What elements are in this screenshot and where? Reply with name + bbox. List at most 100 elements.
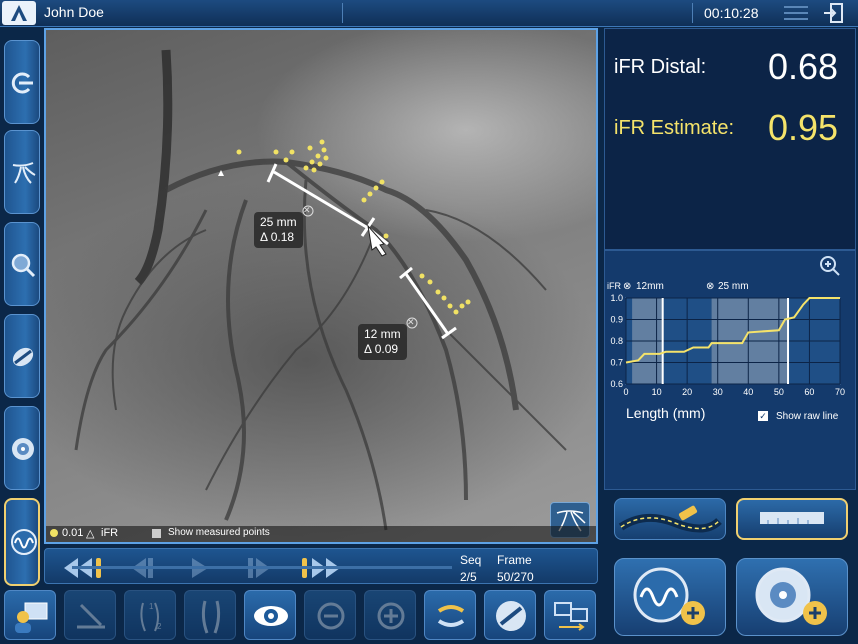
close-icon[interactable]: ⊗ (706, 281, 714, 292)
frame-label: Frame (497, 553, 532, 567)
zoom-out-icon (317, 602, 345, 630)
x-tick-label: 20 (682, 387, 692, 397)
legend-value: 0.01 (62, 527, 84, 539)
close-icon[interactable]: ✕ (303, 205, 311, 216)
show-raw-line-checkbox[interactable]: ✓ (758, 411, 768, 421)
display-switch-icon (554, 602, 588, 631)
show-measured-points-checkbox[interactable] (152, 529, 161, 538)
procedure-timer: 00:10:28 (704, 5, 759, 21)
y-tick-label: 0.8 (610, 336, 623, 346)
add-ivus-button[interactable] (736, 558, 848, 636)
vessel-button[interactable] (184, 590, 236, 640)
ifr-distal-value: 0.68 (768, 46, 839, 87)
display-switch-button[interactable] (544, 590, 596, 640)
vessel-icon (201, 600, 221, 634)
vessel-tree-button[interactable] (4, 130, 40, 214)
svg-text:2: 2 (157, 622, 162, 631)
close-icon[interactable]: ✕ (407, 317, 415, 328)
x-axis-label: Length (mm) (626, 405, 706, 421)
ruler-button[interactable] (64, 590, 116, 640)
x-tick-label: 60 (804, 387, 814, 397)
x-tick-label: 30 (713, 387, 723, 397)
ifr-axis-label: iFR (607, 281, 621, 291)
vessel-overlay (74, 49, 567, 531)
fast-forward-button[interactable] (300, 556, 344, 585)
ivus-button[interactable] (4, 406, 40, 490)
length-ruler-icon (760, 512, 824, 524)
ifr-wave-icon (11, 529, 37, 555)
eye-button[interactable] (244, 590, 296, 640)
y-tick-label: 0.6 (610, 379, 623, 389)
rewind-button[interactable] (60, 556, 104, 585)
legend-bar: 0.01 △ iFR Show measured points (46, 526, 596, 542)
ifr-distal-label: iFR Distal: (614, 56, 707, 78)
y-tick-label: 0.9 (610, 315, 623, 325)
pullback-view-button[interactable] (484, 590, 536, 640)
frame-value: 50/270 (497, 570, 534, 584)
user-workstation-button[interactable] (4, 590, 56, 640)
swap-icon (437, 605, 465, 627)
swap-button[interactable] (424, 590, 476, 640)
legend-label: iFR (101, 527, 119, 539)
co-registration-icon (11, 72, 33, 94)
seq-label: Seq (460, 553, 482, 567)
close-icon[interactable]: ⊗ (623, 281, 631, 292)
x-tick-label: 50 (774, 387, 784, 397)
pullback-icon (496, 601, 526, 631)
x-tick-label: 10 (652, 387, 662, 397)
measurement-length: 12 mm (364, 327, 401, 341)
ifr-estimate-value: 0.95 (768, 107, 839, 148)
measurement-delta: Δ 0.09 (364, 342, 399, 356)
measurement-delta: Δ 0.18 (260, 230, 295, 244)
pullback-button[interactable] (4, 314, 40, 398)
menu-icon[interactable] (784, 5, 808, 26)
measurement-label-2[interactable]: 12 mm Δ 0.09 (358, 324, 407, 360)
step-back-button[interactable] (128, 556, 156, 585)
x-tick-label: 0 (623, 387, 628, 397)
add-ifr-button[interactable] (614, 558, 726, 636)
play-button[interactable] (188, 556, 212, 585)
add-ifr-icon (633, 567, 705, 625)
zoom-icon[interactable] (818, 254, 842, 283)
zoom-in-button[interactable] (364, 590, 416, 640)
user-workstation-icon (15, 602, 48, 633)
step-forward-button[interactable] (246, 556, 274, 585)
divider (342, 3, 343, 23)
measurement-length: 25 mm (260, 215, 297, 229)
ivus-icon (12, 438, 34, 460)
y-tick-label: 1.0 (610, 293, 623, 303)
delta-icon: △ (86, 528, 95, 540)
zoom-out-button[interactable] (304, 590, 356, 640)
ifr-plot[interactable]: 1.0 0.9 0.8 0.7 0.60 10 20 30 40 50 60 70 (604, 292, 856, 412)
frame-scrubber[interactable] (72, 566, 452, 569)
lens-button[interactable] (4, 222, 40, 306)
y-tick-label: 0.7 (610, 358, 623, 368)
show-measured-points-label: Show measured points (168, 527, 270, 538)
measurement-label-1[interactable]: 25 mm Δ 0.18 (254, 212, 303, 248)
angiogram-view[interactable]: 25 mm Δ 0.18 ✕ 12 mm Δ 0.09 ✕ 0.01 △ iFR… (44, 28, 598, 544)
length-ruler-button[interactable] (736, 498, 848, 540)
segment-1-label: 12mm (636, 281, 664, 292)
pullback-trace-icon (618, 505, 722, 533)
segments-icon: 12 (140, 602, 162, 632)
zoom-lens-icon (11, 253, 36, 278)
pullback-trace-button[interactable] (614, 498, 726, 540)
ifr-dot-icon (50, 529, 58, 537)
seq-value: 2/5 (460, 570, 477, 584)
x-tick-label: 40 (743, 387, 753, 397)
zoom-in-icon (377, 602, 405, 630)
eye-icon (254, 606, 288, 626)
pullback-icon (12, 347, 34, 367)
ifr-wave-button[interactable] (4, 498, 40, 586)
add-ivus-icon (755, 567, 827, 625)
show-raw-line-label: Show raw line (776, 411, 839, 422)
ruler-icon (77, 603, 105, 629)
co-registration-button[interactable] (4, 40, 40, 124)
app-logo[interactable] (2, 1, 36, 25)
patient-name: John Doe (44, 4, 104, 20)
exit-icon[interactable] (822, 2, 844, 29)
vessel-tree-icon (12, 162, 36, 184)
svg-text:1: 1 (149, 602, 154, 611)
segments-button[interactable]: 12 (124, 590, 176, 640)
x-tick-label: 70 (835, 387, 845, 397)
